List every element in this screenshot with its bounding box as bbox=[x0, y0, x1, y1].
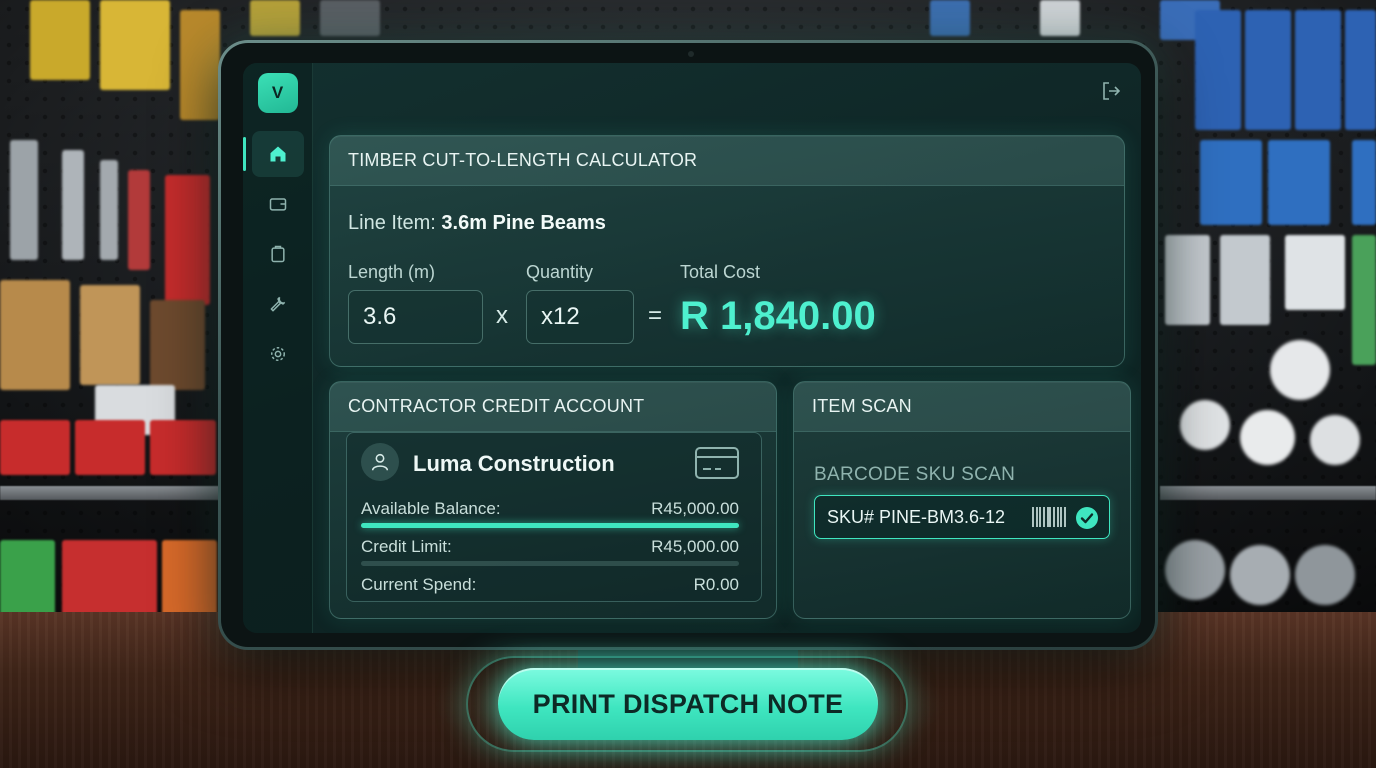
credit-limit-label: Credit Limit: bbox=[361, 537, 452, 556]
account-name: Luma Construction bbox=[413, 451, 615, 476]
credit-limit-value: R45,000.00 bbox=[651, 537, 739, 556]
timber-calculator-card: TIMBER CUT-TO-LENGTH CALCULATOR Line Ite… bbox=[329, 135, 1125, 367]
wrench-package bbox=[1195, 10, 1241, 130]
wrench-package bbox=[1295, 10, 1341, 130]
wrench-icon bbox=[270, 296, 285, 312]
item-scan-card: ITEM SCAN BARCODE SKU SCAN SKU# PINE-BM3… bbox=[793, 381, 1131, 619]
line-item: Line Item: 3.6m Pine Beams bbox=[348, 212, 606, 235]
barcode-icon bbox=[1032, 507, 1066, 527]
fitting-package bbox=[1165, 235, 1210, 325]
camera-dot bbox=[688, 51, 694, 57]
multiply-sign: x bbox=[496, 302, 508, 329]
tool-package bbox=[80, 285, 140, 385]
tool-package bbox=[320, 0, 380, 36]
current-spend-value: R0.00 bbox=[693, 575, 739, 594]
wallet-icon bbox=[269, 198, 286, 211]
spend-bar bbox=[361, 561, 739, 566]
pipe-end bbox=[1295, 545, 1355, 605]
print-dispatch-note-button[interactable]: PRINT DISPATCH NOTE bbox=[498, 668, 878, 740]
gear-icon bbox=[270, 347, 285, 361]
wrench-hanging bbox=[62, 150, 84, 260]
user-icon bbox=[371, 453, 389, 471]
tool-package bbox=[1040, 0, 1080, 36]
sidebar-item-wallet[interactable] bbox=[252, 181, 304, 227]
available-balance-fill bbox=[361, 523, 739, 528]
credit-account-card: CONTRACTOR CREDIT ACCOUNT Luma Construct… bbox=[329, 381, 777, 619]
total-cost-value: R 1,840.00 bbox=[680, 294, 876, 338]
fitting-package bbox=[1352, 235, 1376, 365]
app-logo[interactable]: V bbox=[257, 73, 298, 113]
main-content: TIMBER CUT-TO-LENGTH CALCULATOR Line Ite… bbox=[313, 63, 1141, 633]
available-balance-bar bbox=[361, 523, 739, 528]
current-spend-label: Current Spend: bbox=[361, 575, 477, 594]
sidebar-item-home[interactable] bbox=[243, 131, 304, 177]
quantity-input[interactable]: x12 bbox=[526, 290, 634, 344]
app-screen: V TIMBER CUT-TO-LENGTH CALCULATOR Line I… bbox=[243, 63, 1141, 633]
available-balance-value: R45,000.00 bbox=[651, 499, 739, 518]
tool-package bbox=[930, 0, 970, 36]
item-scan-title: ITEM SCAN bbox=[794, 382, 1130, 432]
total-cost-label: Total Cost bbox=[680, 262, 761, 282]
pipe-end bbox=[1230, 545, 1290, 605]
shelf bbox=[1160, 486, 1376, 500]
tool-package bbox=[30, 0, 90, 80]
tool-package bbox=[0, 280, 70, 390]
wrench-hanging bbox=[10, 140, 38, 260]
calculator-title: TIMBER CUT-TO-LENGTH CALCULATOR bbox=[330, 136, 1124, 186]
wrench-package bbox=[1345, 10, 1376, 130]
check-icon bbox=[1076, 507, 1098, 529]
fitting-package bbox=[1352, 140, 1376, 225]
home-icon bbox=[270, 146, 285, 162]
storage-bin bbox=[162, 540, 217, 616]
storage-bin bbox=[0, 540, 55, 616]
sku-value: SKU# PINE-BM3.6-12 bbox=[827, 506, 1006, 527]
fitting-package bbox=[1200, 140, 1262, 225]
line-item-value: 3.6m Pine Beams bbox=[441, 212, 606, 234]
fitting-package bbox=[1268, 140, 1330, 225]
sidebar-item-tools[interactable] bbox=[252, 281, 304, 327]
barcode-scan-label: BARCODE SKU SCAN bbox=[814, 464, 1016, 485]
shelf bbox=[0, 486, 220, 500]
logout-icon[interactable] bbox=[1099, 79, 1123, 103]
pipe-end bbox=[1165, 540, 1225, 600]
sidebar-item-orders[interactable] bbox=[252, 231, 304, 277]
line-item-label: Line Item: bbox=[348, 212, 436, 234]
tool-package bbox=[250, 0, 300, 36]
fitting-package bbox=[1285, 235, 1345, 310]
credit-card-icon bbox=[695, 447, 739, 479]
storage-bin bbox=[0, 420, 70, 475]
tool-hanging bbox=[128, 170, 150, 270]
storage-bin bbox=[150, 420, 216, 475]
quantity-label: Quantity bbox=[526, 262, 594, 282]
equals-sign: = bbox=[648, 302, 663, 329]
pvc-fitting bbox=[1180, 400, 1230, 450]
available-balance-label: Available Balance: bbox=[361, 499, 501, 518]
sidebar-item-settings[interactable] bbox=[252, 331, 304, 377]
avatar bbox=[361, 443, 399, 481]
tablet-device: V TIMBER CUT-TO-LENGTH CALCULATOR Line I… bbox=[218, 40, 1158, 650]
tool-package bbox=[165, 175, 210, 305]
fitting-package bbox=[1220, 235, 1270, 325]
account-summary: Luma Construction Available Balance: R45… bbox=[346, 432, 762, 602]
sidebar: V bbox=[243, 63, 313, 633]
wrench-hanging bbox=[100, 160, 118, 260]
credit-account-title: CONTRACTOR CREDIT ACCOUNT bbox=[330, 382, 776, 432]
tablet-bezel: V TIMBER CUT-TO-LENGTH CALCULATOR Line I… bbox=[221, 43, 1155, 647]
tool-package bbox=[180, 10, 220, 120]
pvc-fitting bbox=[1240, 410, 1295, 465]
length-label: Length (m) bbox=[348, 262, 436, 282]
tool-package bbox=[150, 300, 205, 390]
wrench-package bbox=[1245, 10, 1291, 130]
pvc-fitting bbox=[1270, 340, 1330, 400]
pvc-fitting bbox=[1310, 415, 1360, 465]
length-input[interactable]: 3.6 bbox=[348, 290, 483, 344]
storage-bin bbox=[75, 420, 145, 475]
tool-package bbox=[100, 0, 170, 90]
clipboard-icon bbox=[270, 245, 285, 263]
sku-scan-input[interactable]: SKU# PINE-BM3.6-12 bbox=[814, 495, 1110, 539]
storage-bin bbox=[62, 540, 157, 616]
